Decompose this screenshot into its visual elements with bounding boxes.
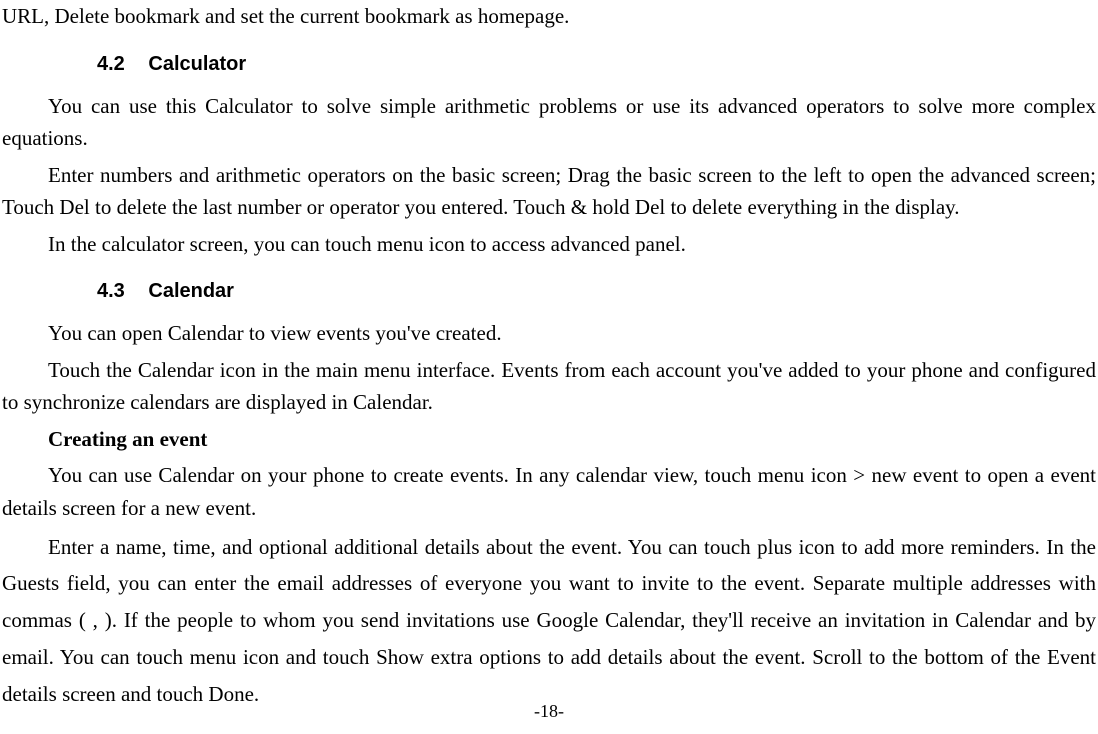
paragraph: Enter numbers and arithmetic operators o… [2,159,1096,224]
section-heading-calendar: 4.3 Calendar [97,276,1096,307]
sub-heading-creating-event: Creating an event [2,423,1096,456]
paragraph: You can use Calendar on your phone to cr… [2,459,1096,524]
section-number: 4.2 [97,49,125,80]
section-title: Calculator [148,53,246,75]
paragraph: You can use this Calculator to solve sim… [2,90,1096,155]
section-heading-calculator: 4.2 Calculator [97,49,1096,80]
paragraph: You can open Calendar to view events you… [2,317,1096,350]
fragment-previous-page: URL, Delete bookmark and set the current… [2,0,1096,33]
document-page: URL, Delete bookmark and set the current… [0,0,1098,712]
section-title: Calendar [148,280,234,302]
paragraph: In the calculator screen, you can touch … [2,228,1096,261]
paragraph: Touch the Calendar icon in the main menu… [2,354,1096,419]
section-number: 4.3 [97,276,125,307]
paragraph: Enter a name, time, and optional additio… [2,529,1096,713]
page-number: -18- [0,698,1098,726]
